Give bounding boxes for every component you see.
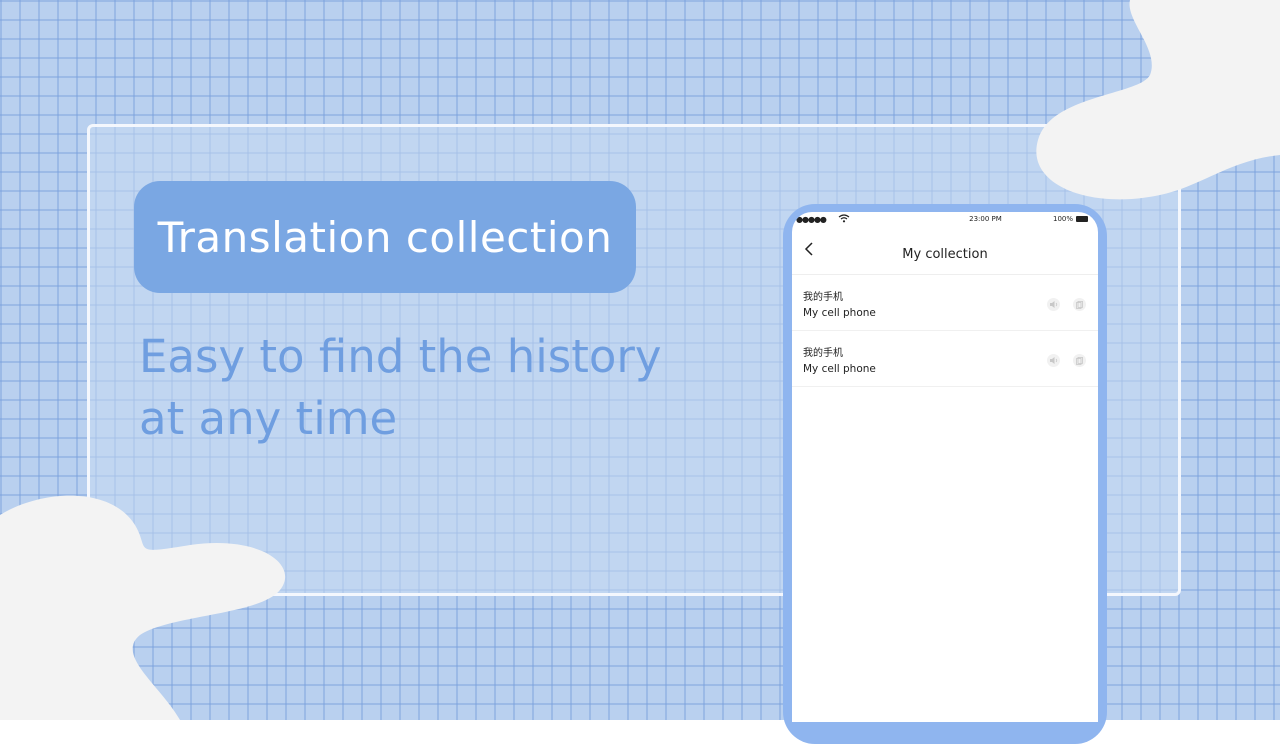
speaker-icon[interactable] xyxy=(1047,354,1060,367)
list-item[interactable]: 我的手机 My cell phone xyxy=(792,275,1098,331)
source-text: 我的手机 xyxy=(803,348,843,359)
copy-icon[interactable] xyxy=(1073,354,1086,367)
signal-indicator: ●●●●● xyxy=(796,214,827,224)
nav-title: My collection xyxy=(902,246,988,262)
speaker-icon[interactable] xyxy=(1047,298,1060,311)
list-item[interactable]: 我的手机 My cell phone xyxy=(792,331,1098,387)
source-text: 我的手机 xyxy=(803,292,843,303)
cloud-blob-bottom-left xyxy=(0,495,286,720)
wifi-icon xyxy=(838,214,850,223)
status-time: 23:00 PM xyxy=(969,215,1002,223)
subtitle-text: Easy to find the history at any time xyxy=(139,330,662,445)
headline-pill: Translation collection xyxy=(134,181,636,293)
battery-icon xyxy=(1076,216,1088,222)
translation-text: My cell phone xyxy=(803,363,876,375)
translation-text: My cell phone xyxy=(803,307,876,319)
phone-screen: ●●●●● 23:00 PM 100% My collection 我的手机 M… xyxy=(792,212,1098,722)
headline-text: Translation collection xyxy=(157,212,613,262)
copy-icon[interactable] xyxy=(1073,298,1086,311)
back-arrow-icon[interactable] xyxy=(804,242,816,256)
nav-bar: My collection xyxy=(792,226,1098,275)
status-bar: ●●●●● 23:00 PM 100% xyxy=(792,212,1098,226)
battery-percent: 100% xyxy=(1052,215,1073,223)
cloud-blob-top-right xyxy=(1036,0,1280,200)
